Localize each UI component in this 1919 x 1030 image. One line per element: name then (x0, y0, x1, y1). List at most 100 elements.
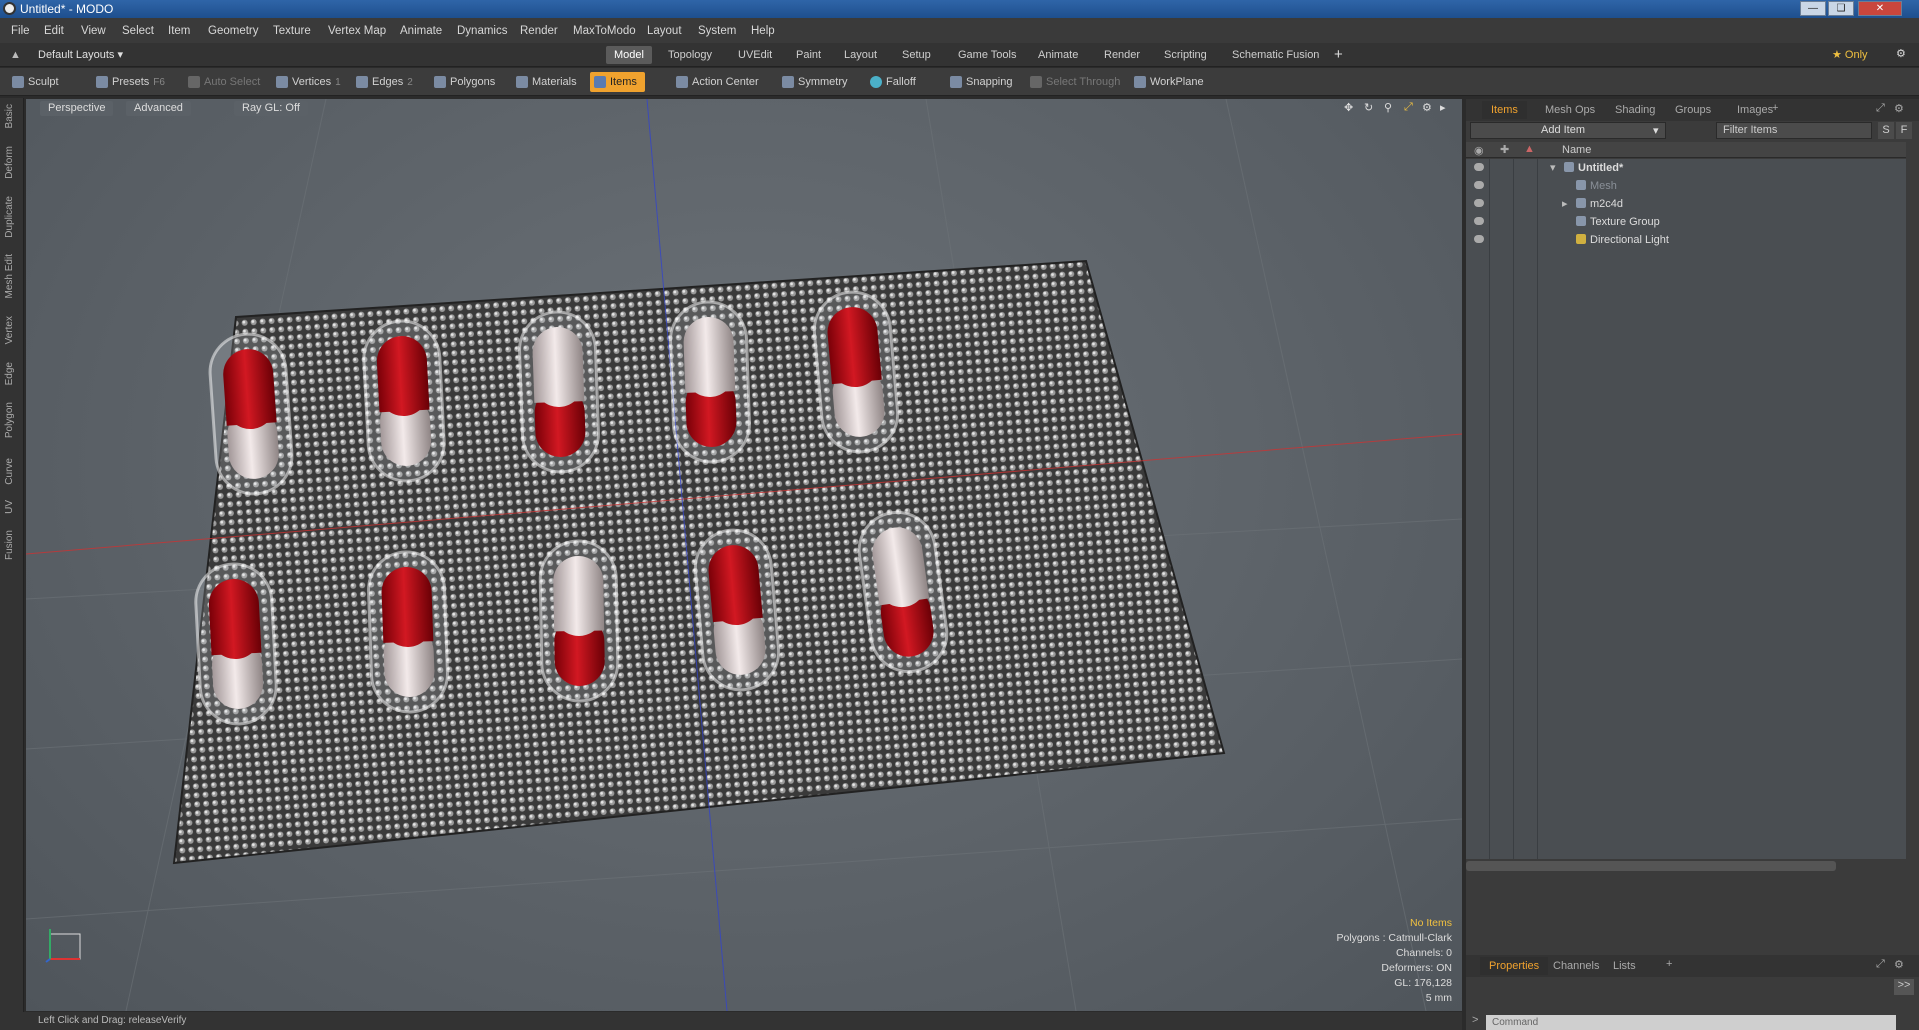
expand-properties-button[interactable]: >> (1894, 979, 1914, 995)
tab-items[interactable]: Items (1482, 101, 1527, 119)
menu-item[interactable]: Item (168, 25, 190, 37)
maximize-button[interactable]: ❑ (1828, 1, 1854, 16)
snapping-button[interactable]: Snapping (946, 72, 1013, 92)
add-item-dropdown[interactable]: Add Item ▾ (1470, 122, 1666, 139)
menu-animate[interactable]: Animate (400, 25, 442, 37)
panel-expand-icon[interactable]: ⤢ (1876, 102, 1885, 115)
menu-file[interactable]: File (11, 25, 30, 37)
vertices-button[interactable]: Vertices 1 (272, 72, 341, 92)
item-label: Texture Group (1590, 216, 1660, 228)
tree-scrollbar[interactable] (1906, 159, 1916, 859)
scene-render (26, 99, 1462, 1011)
menu-maxtomodo[interactable]: MaxToModo (573, 25, 636, 37)
add-properties-tab-icon[interactable]: + (1666, 958, 1672, 970)
vtab-vertex[interactable]: Vertex (4, 316, 15, 344)
panel-gear-icon[interactable]: ⚙ (1894, 102, 1904, 115)
menu-view[interactable]: View (81, 25, 106, 37)
tree-horizontal-scrollbar[interactable] (1466, 861, 1836, 871)
vtab-edge[interactable]: Edge (4, 362, 15, 385)
vtab-mesh-edit[interactable]: Mesh Edit (4, 254, 15, 298)
tab-mesh-ops[interactable]: Mesh Ops (1536, 101, 1604, 119)
sculpt-button[interactable]: Sculpt (8, 72, 59, 92)
menu-render[interactable]: Render (520, 25, 558, 37)
items-button[interactable]: Items (590, 72, 645, 92)
vtab-curve[interactable]: Curve (4, 458, 15, 485)
menu-vertex-map[interactable]: Vertex Map (328, 25, 386, 37)
tab-groups[interactable]: Groups (1666, 101, 1720, 119)
tab-setup[interactable]: Setup (894, 46, 939, 64)
3d-viewport[interactable]: Perspective Advanced Ray GL: Off ✥ ↻ ⚲ ⤢… (26, 99, 1462, 1011)
vtab-duplicate[interactable]: Duplicate (4, 196, 15, 238)
expand-arrow-icon[interactable]: ▸ (1562, 195, 1568, 213)
title-bar: Untitled* - MODO — ❑ ✕ (0, 0, 1919, 18)
crosshair-icon (676, 76, 688, 88)
symmetry-button[interactable]: Symmetry (778, 72, 848, 92)
tab-shading[interactable]: Shading (1606, 101, 1664, 119)
tab-lists[interactable]: Lists (1604, 957, 1645, 975)
items-tab-bar: Items Mesh Ops Shading Groups Images + ⤢… (1466, 99, 1919, 121)
minimize-button[interactable]: — (1800, 1, 1826, 16)
menu-layout[interactable]: Layout (647, 25, 682, 37)
auto-select-button[interactable]: Auto Select (184, 72, 260, 92)
lock-column-icon[interactable]: ✚ (1500, 143, 1509, 156)
menu-help[interactable]: Help (751, 25, 775, 37)
tab-uvedit[interactable]: UVEdit (730, 46, 780, 64)
workplane-button[interactable]: WorkPlane (1130, 72, 1204, 92)
hud-channels: Channels: 0 (1395, 947, 1452, 959)
tab-properties[interactable]: Properties (1480, 957, 1549, 975)
tab-render[interactable]: Render (1096, 46, 1148, 64)
action-center-button[interactable]: Action Center (672, 72, 759, 92)
s-button[interactable]: S (1878, 122, 1894, 139)
only-toggle[interactable]: ★ Only (1832, 48, 1868, 61)
select-through-icon (1030, 76, 1042, 88)
properties-expand-icon[interactable]: ⤢ (1876, 958, 1885, 971)
command-input[interactable]: Command (1486, 1015, 1896, 1030)
vtab-uv[interactable]: UV (4, 500, 15, 514)
falloff-button[interactable]: Falloff (866, 72, 916, 92)
tab-scripting[interactable]: Scripting (1156, 46, 1215, 64)
capsule (367, 550, 449, 714)
tab-paint[interactable]: Paint (788, 46, 829, 64)
gear-icon[interactable]: ⚙ (1896, 47, 1906, 60)
layout-dropdown[interactable]: Default Layouts ▾ (38, 48, 123, 61)
presets-button[interactable]: Presets F6 (92, 72, 165, 92)
vtab-fusion[interactable]: Fusion (4, 530, 15, 560)
tab-animate[interactable]: Animate (1030, 46, 1086, 64)
tab-channels[interactable]: Channels (1544, 957, 1608, 975)
visibility-column-icon[interactable]: ◉ (1474, 144, 1484, 157)
menu-edit[interactable]: Edit (44, 25, 64, 37)
capsule (518, 310, 600, 474)
vertices-icon (276, 76, 288, 88)
menu-select[interactable]: Select (122, 25, 154, 37)
item-label: Mesh (1590, 180, 1617, 192)
status-bar: Left Click and Drag: releaseVerify (0, 1012, 1462, 1030)
menu-texture[interactable]: Texture (273, 25, 311, 37)
item-tree: ▾ Untitled* Mesh ▸ m2c4d Texture Group D… (1466, 159, 1906, 859)
menu-geometry[interactable]: Geometry (208, 25, 259, 37)
item-label: Untitled* (1578, 162, 1624, 174)
close-button[interactable]: ✕ (1858, 1, 1902, 16)
vtab-polygon[interactable]: Polygon (4, 402, 15, 438)
collapse-arrow-icon[interactable]: ▾ (1550, 159, 1556, 177)
materials-icon (516, 76, 528, 88)
menu-dynamics[interactable]: Dynamics (457, 25, 507, 37)
tab-model[interactable]: Model (606, 46, 652, 64)
select-through-button[interactable]: Select Through (1026, 72, 1120, 92)
properties-gear-icon[interactable]: ⚙ (1894, 958, 1904, 971)
tab-game-tools[interactable]: Game Tools (950, 46, 1025, 64)
f-button[interactable]: F (1896, 122, 1912, 139)
polygons-button[interactable]: Polygons (430, 72, 495, 92)
tab-schematic-fusion[interactable]: Schematic Fusion (1224, 46, 1327, 64)
add-layout-button[interactable]: + (1334, 46, 1343, 63)
pin-column-icon[interactable]: ▲ (1524, 143, 1535, 155)
tab-layout[interactable]: Layout (836, 46, 885, 64)
materials-button[interactable]: Materials (512, 72, 577, 92)
vtab-deform[interactable]: Deform (4, 146, 15, 179)
tab-topology[interactable]: Topology (660, 46, 720, 64)
layout-pin-icon[interactable]: ▲ (10, 49, 21, 61)
edges-button[interactable]: Edges 2 (352, 72, 413, 92)
vtab-basic[interactable]: Basic (4, 104, 15, 128)
filter-items-input[interactable]: Filter Items (1716, 122, 1872, 139)
add-tab-icon[interactable]: + (1772, 102, 1778, 114)
menu-system[interactable]: System (698, 25, 736, 37)
